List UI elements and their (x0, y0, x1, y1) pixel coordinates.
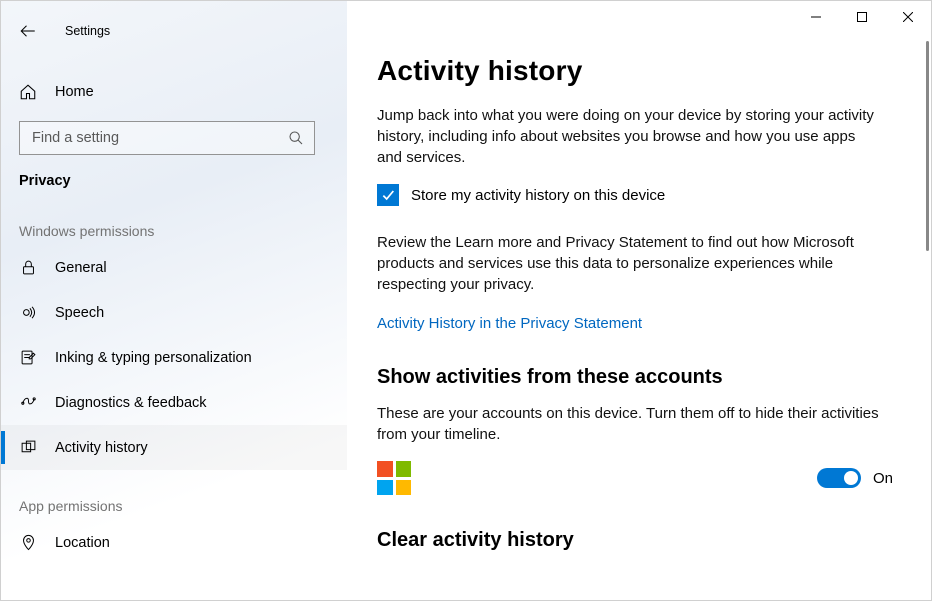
privacy-statement-link[interactable]: Activity History in the Privacy Statemen… (377, 315, 642, 332)
sidebar-item-diagnostics[interactable]: Diagnostics & feedback (1, 380, 347, 425)
lock-icon (19, 259, 37, 276)
sidebar-item-location[interactable]: Location (1, 520, 347, 565)
sidebar: Settings Home Privacy Windows permission… (1, 1, 347, 600)
checkbox-label: Store my activity history on this device (411, 187, 665, 204)
sidebar-group-app-permissions: App permissions (1, 470, 347, 520)
search-box[interactable] (19, 121, 315, 155)
search-wrap (1, 115, 347, 155)
diagnostics-icon (19, 394, 37, 411)
settings-window: Settings Home Privacy Windows permission… (0, 0, 932, 601)
home-icon (19, 83, 37, 101)
speech-icon (19, 304, 37, 321)
location-icon (19, 534, 37, 551)
account-row: On (377, 461, 893, 495)
sidebar-item-label: Speech (55, 305, 104, 321)
checkbox-checked-icon (377, 184, 399, 206)
search-input[interactable] (30, 129, 288, 147)
sidebar-current-section: Privacy (1, 155, 347, 195)
sidebar-item-label: General (55, 260, 107, 276)
content-area: Activity history Jump back into what you… (347, 1, 931, 600)
sidebar-item-label: Location (55, 535, 110, 551)
page-title: Activity history (377, 55, 893, 87)
store-history-checkbox[interactable]: Store my activity history on this device (377, 184, 893, 206)
accounts-desc: These are your accounts on this device. … (377, 403, 893, 445)
toggle-state-label: On (873, 470, 893, 487)
sidebar-home-label: Home (55, 84, 94, 100)
microsoft-logo-icon (377, 461, 411, 495)
close-button[interactable] (885, 1, 931, 33)
inking-icon (19, 349, 37, 366)
sidebar-item-inking[interactable]: Inking & typing personalization (1, 335, 347, 380)
sidebar-item-speech[interactable]: Speech (1, 290, 347, 335)
account-toggle[interactable] (817, 468, 861, 488)
titlebar (1, 1, 931, 33)
sidebar-item-label: Activity history (55, 440, 148, 456)
account-toggle-wrap: On (817, 468, 893, 488)
review-text: Review the Learn more and Privacy Statem… (377, 232, 877, 295)
sidebar-item-label: Inking & typing personalization (55, 350, 252, 366)
sidebar-group-windows-permissions: Windows permissions (1, 195, 347, 245)
sidebar-item-activity-history[interactable]: Activity history (1, 425, 347, 470)
clear-history-heading: Clear activity history (377, 529, 893, 552)
accounts-heading: Show activities from these accounts (377, 366, 893, 389)
minimize-button[interactable] (793, 1, 839, 33)
sidebar-home[interactable]: Home (1, 69, 347, 115)
search-icon (288, 130, 304, 146)
sidebar-item-label: Diagnostics & feedback (55, 395, 207, 411)
sidebar-item-general[interactable]: General (1, 245, 347, 290)
maximize-button[interactable] (839, 1, 885, 33)
activity-icon (19, 439, 37, 456)
intro-text: Jump back into what you were doing on yo… (377, 105, 877, 168)
window-body: Settings Home Privacy Windows permission… (1, 1, 931, 600)
scrollbar-thumb[interactable] (926, 41, 929, 251)
